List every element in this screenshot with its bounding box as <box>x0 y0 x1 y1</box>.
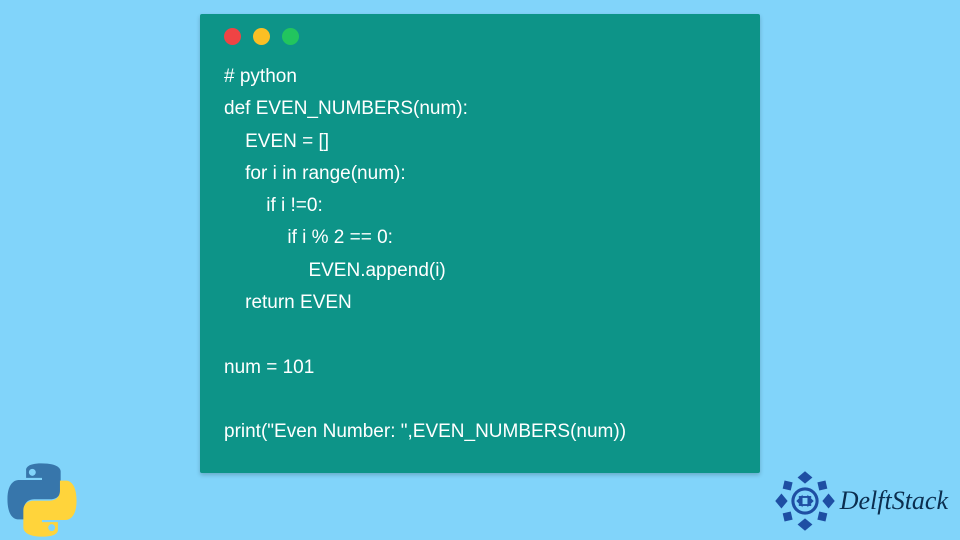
minimize-icon <box>253 28 270 45</box>
code-block: # python def EVEN_NUMBERS(num): EVEN = [… <box>200 51 760 453</box>
python-logo-icon <box>4 462 80 538</box>
code-window: # python def EVEN_NUMBERS(num): EVEN = [… <box>200 14 760 473</box>
window-titlebar <box>200 14 760 51</box>
close-icon <box>224 28 241 45</box>
delftstack-brand: DelftStack <box>774 470 948 532</box>
maximize-icon <box>282 28 299 45</box>
delftstack-logo-icon <box>774 470 836 532</box>
brand-name: DelftStack <box>840 486 948 516</box>
